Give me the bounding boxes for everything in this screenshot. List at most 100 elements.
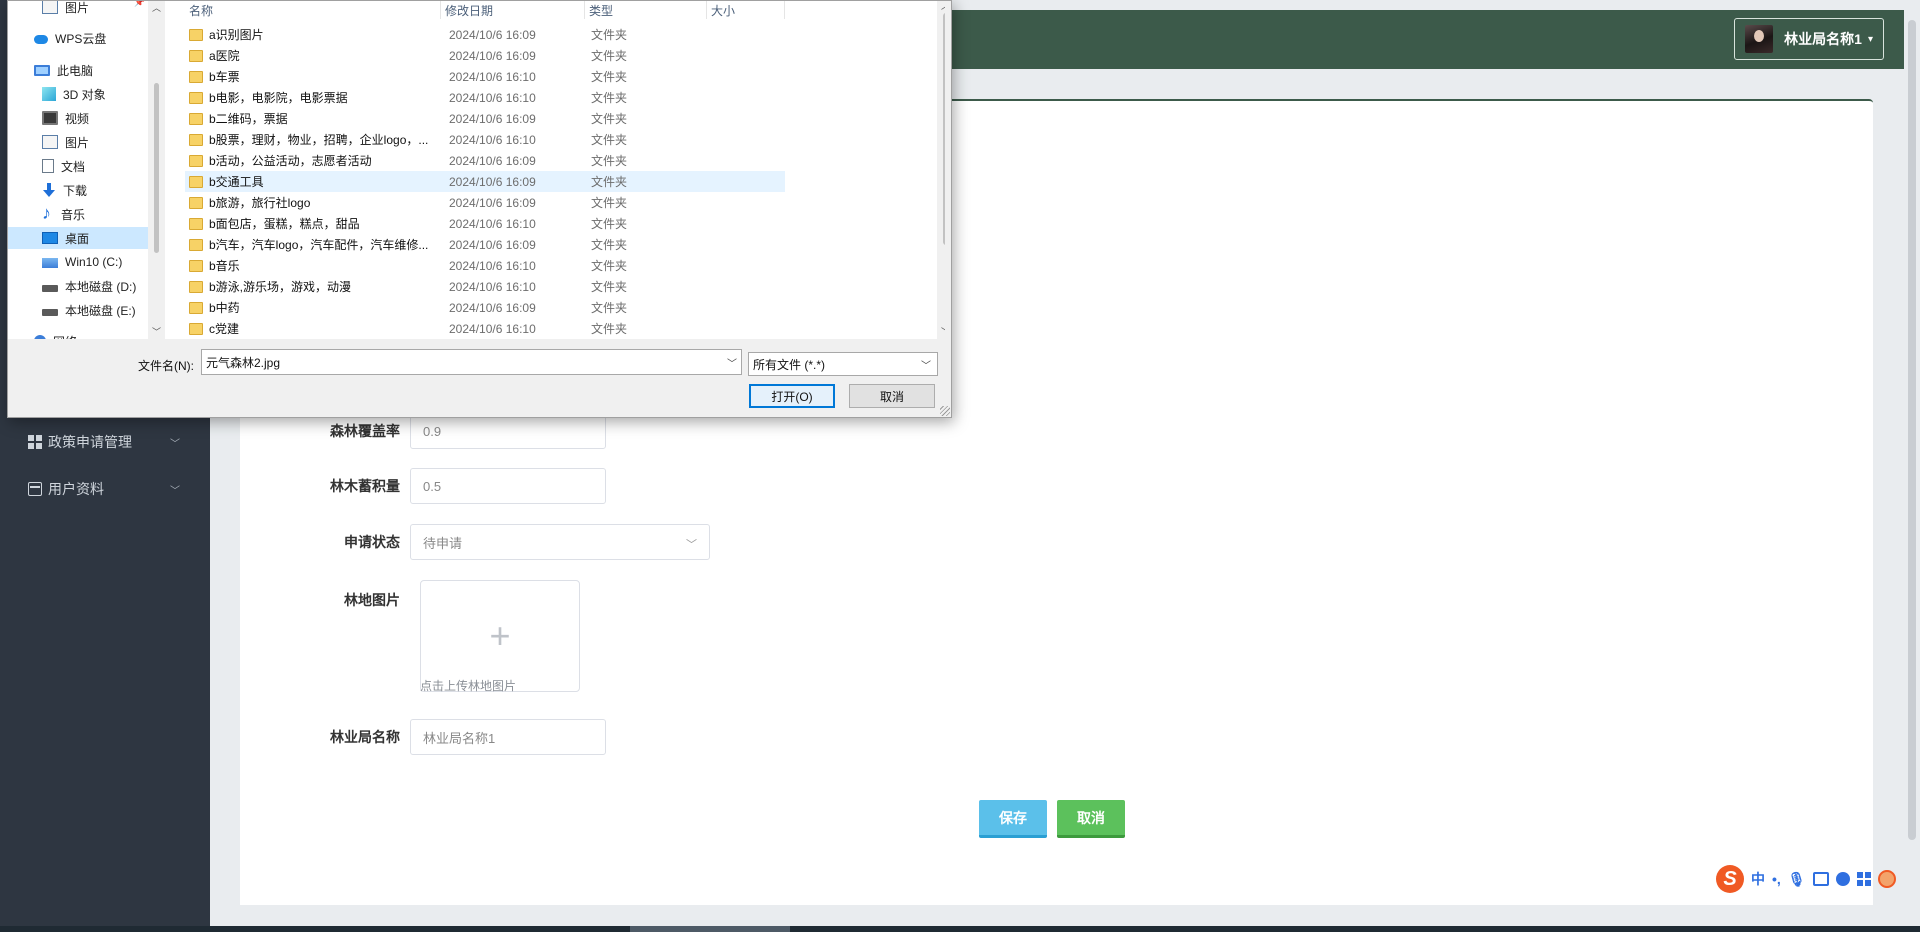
nav-item-drive-e[interactable]: 本地磁盘 (E:): [8, 299, 148, 321]
filename-input[interactable]: 元气森林2.jpg ﹀: [201, 349, 742, 375]
open-button[interactable]: 打开(O): [749, 384, 835, 408]
nav-item-network[interactable]: 网络: [8, 330, 148, 339]
id-card-icon: [28, 482, 42, 496]
pictures-icon: [42, 135, 58, 149]
file-row[interactable]: b车票 2024/10/6 16:10 文件夹: [185, 66, 785, 87]
column-header-type[interactable]: 类型: [585, 1, 707, 19]
scroll-up-icon[interactable]: ︿: [152, 1, 161, 14]
nav-item-music[interactable]: 音乐: [8, 203, 148, 225]
pictures-icon: [42, 1, 58, 14]
file-date: 2024/10/6 16:09: [449, 27, 536, 42]
nav-label: 下载: [63, 183, 88, 198]
status-select[interactable]: 待申请 ﹀: [410, 524, 710, 560]
file-name: a医院: [209, 49, 240, 63]
user-menu[interactable]: 林业局名称1 ▾: [1734, 18, 1884, 60]
nav-item-desktop[interactable]: 桌面: [8, 227, 148, 249]
scrollbar-thumb[interactable]: [154, 83, 159, 253]
resize-grip-icon[interactable]: [940, 406, 950, 416]
nav-item-downloads[interactable]: 下载: [8, 179, 148, 201]
file-row[interactable]: b汽车，汽车logo，汽车配件，汽车维修... 2024/10/6 16:09 文件…: [185, 234, 785, 255]
microphone-icon[interactable]: 🎙: [1788, 871, 1806, 888]
nav-item-videos[interactable]: 视频: [8, 107, 148, 129]
file-row[interactable]: c党建 2024/10/6 16:10 文件夹: [185, 318, 785, 339]
timber-volume-input[interactable]: 0.5: [410, 468, 606, 504]
sidebar-item-user-profile[interactable]: 用户资料 ﹀: [28, 479, 180, 499]
mascot-icon[interactable]: [1877, 870, 1896, 888]
file-row[interactable]: a识别图片 2024/10/6 16:09 文件夹: [185, 24, 785, 45]
file-date: 2024/10/6 16:10: [449, 216, 536, 231]
image-upload-box[interactable]: +: [420, 580, 580, 692]
nav-item-this-pc[interactable]: 此电脑: [8, 59, 148, 81]
nav-item-pictures[interactable]: 图片: [8, 131, 148, 153]
nav-item-drive-c[interactable]: Win10 (C:): [8, 251, 148, 273]
filetype-select[interactable]: 所有文件 (*.*) ﹀: [748, 352, 938, 376]
page-scrollbar[interactable]: [1904, 20, 1920, 840]
nav-item-documents[interactable]: 文档: [8, 155, 148, 177]
chevron-down-icon[interactable]: ﹀: [727, 355, 737, 370]
file-name: b活动，公益活动，志愿者活动: [209, 154, 372, 168]
form-row-land-image: 林地图片: [240, 590, 410, 610]
nav-label: 此电脑: [57, 63, 94, 78]
navigation-pane: 图片 📌 WPS云盘 此电脑 3D 对象 视频 图片 文档 下载 ♪ 音乐 桌面…: [8, 1, 148, 339]
file-name: b面包店，蛋糕，糕点，甜品: [209, 217, 360, 231]
file-row[interactable]: a医院 2024/10/6 16:09 文件夹: [185, 45, 785, 66]
ime-lang[interactable]: 中: [1751, 869, 1765, 889]
file-row[interactable]: b电影，电影院，电影票据 2024/10/6 16:10 文件夹: [185, 87, 785, 108]
cube-icon: [42, 87, 56, 101]
scroll-up-icon[interactable]: ︿: [941, 1, 945, 12]
file-row[interactable]: b交通工具 2024/10/6 16:09 文件夹: [185, 171, 785, 192]
taskbar-active-item[interactable]: [630, 926, 790, 932]
nav-item-3d-objects[interactable]: 3D 对象: [8, 83, 148, 105]
dialog-cancel-button[interactable]: 取消: [849, 384, 935, 408]
filename-value: 元气森林2.jpg: [206, 355, 281, 370]
form-row-timber-volume: 林木蓄积量 0.5: [240, 468, 606, 504]
music-note-icon: [42, 203, 54, 224]
keyboard-icon[interactable]: [1812, 872, 1829, 886]
nav-item-pinned-pictures[interactable]: 图片 📌: [8, 1, 148, 18]
file-scrollbar[interactable]: ︿ ﹀: [937, 1, 945, 339]
column-header-modified[interactable]: 修改日期: [441, 1, 585, 19]
file-date: 2024/10/6 16:09: [449, 111, 536, 126]
skin-icon[interactable]: [1835, 872, 1850, 886]
file-row[interactable]: b面包店，蛋糕，糕点，甜品 2024/10/6 16:10 文件夹: [185, 213, 785, 234]
file-row[interactable]: b中药 2024/10/6 16:09 文件夹: [185, 297, 785, 318]
dialog-footer: 文件名(N): 元气森林2.jpg ﹀ 所有文件 (*.*) ﹀ 打开(O) 取…: [8, 339, 953, 419]
file-name: c党建: [209, 322, 240, 336]
file-date: 2024/10/6 16:10: [449, 279, 536, 294]
desktop-icon: [42, 232, 58, 244]
toolbox-icon[interactable]: [1856, 872, 1871, 886]
file-row[interactable]: b旅游，旅行社logo 2024/10/6 16:09 文件夹: [185, 192, 785, 213]
cancel-button[interactable]: 取消: [1057, 800, 1125, 838]
file-type: 文件夹: [591, 322, 628, 336]
nav-item-wps-cloud[interactable]: WPS云盘: [8, 27, 148, 49]
folder-icon: [189, 238, 203, 251]
scrollbar-thumb[interactable]: [1908, 20, 1916, 840]
folder-icon: [189, 133, 203, 146]
save-button[interactable]: 保存: [979, 800, 1047, 838]
user-name: 林业局名称1: [1784, 31, 1862, 47]
column-header-name[interactable]: 名称: [185, 1, 441, 19]
column-header-size[interactable]: 大小: [707, 1, 785, 19]
file-date: 2024/10/6 16:10: [449, 90, 536, 105]
scrollbar-thumb[interactable]: [943, 13, 945, 245]
file-type: 文件夹: [591, 280, 628, 294]
file-date: 2024/10/6 16:09: [449, 174, 536, 189]
file-open-dialog: 图片 📌 WPS云盘 此电脑 3D 对象 视频 图片 文档 下载 ♪ 音乐 桌面…: [7, 0, 952, 418]
bureau-name-input[interactable]: 林业局名称1: [410, 719, 606, 755]
nav-item-drive-d[interactable]: 本地磁盘 (D:): [8, 275, 148, 297]
file-row[interactable]: b二维码，票据 2024/10/6 16:09 文件夹: [185, 108, 785, 129]
nav-label: 本地磁盘 (E:): [65, 303, 136, 318]
file-type: 文件夹: [591, 28, 628, 42]
sidebar-item-policy-application[interactable]: 政策申请管理 ﹀: [28, 432, 180, 452]
nav-label: WPS云盘: [55, 31, 107, 46]
file-row[interactable]: b音乐 2024/10/6 16:10 文件夹: [185, 255, 785, 276]
file-row[interactable]: b游泳,游乐场，游戏，动漫 2024/10/6 16:10 文件夹: [185, 276, 785, 297]
file-row[interactable]: b股票，理财，物业，招聘，企业logo，... 2024/10/6 16:10 文件…: [185, 129, 785, 150]
file-list: 名称 修改日期 类型 大小 a识别图片 2024/10/6 16:09 文件夹 a医院…: [165, 1, 945, 339]
ime-punct[interactable]: •,: [1772, 871, 1781, 887]
scroll-down-icon[interactable]: ﹀: [941, 325, 945, 338]
scroll-down-icon[interactable]: ﹀: [152, 325, 161, 338]
sogou-logo-icon[interactable]: S: [1716, 865, 1744, 893]
file-row[interactable]: b活动，公益活动，志愿者活动 2024/10/6 16:09 文件夹: [185, 150, 785, 171]
nav-scrollbar[interactable]: ︿ ﹀: [148, 1, 165, 339]
